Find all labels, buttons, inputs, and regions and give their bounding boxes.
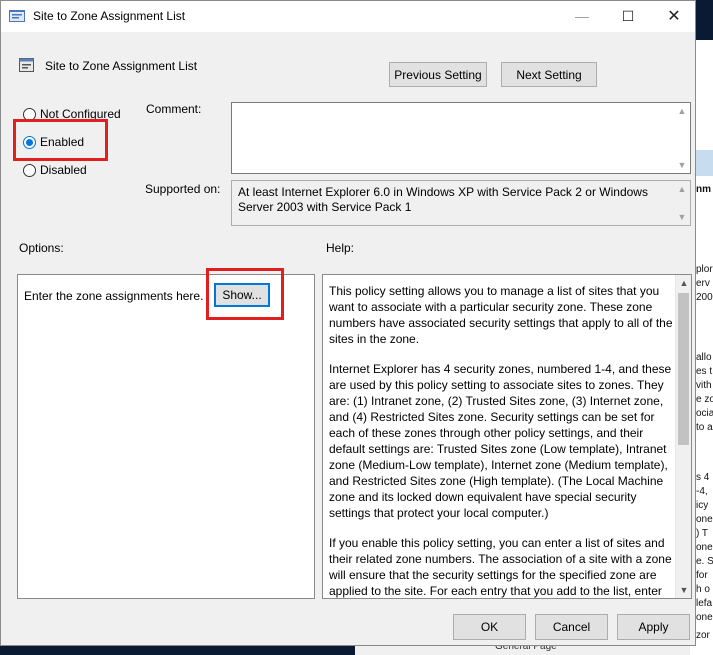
bg-text: zor: [696, 630, 710, 641]
bg-text: ) T: [696, 528, 709, 539]
help-paragraph: Internet Explorer has 4 security zones, …: [329, 362, 672, 520]
help-panel[interactable]: This policy setting allows you to manage…: [322, 274, 692, 599]
previous-setting-button[interactable]: Previous Setting: [389, 62, 487, 87]
bg-text: h o: [696, 584, 710, 595]
scroll-down-icon[interactable]: ▼: [676, 582, 691, 598]
supported-on-label: Supported on:: [145, 182, 221, 196]
bg-text: e. S: [696, 556, 713, 567]
bg-text: e zo: [696, 394, 713, 405]
comment-label: Comment:: [146, 102, 202, 116]
supported-on-field: At least Internet Explorer 6.0 in Window…: [231, 180, 691, 226]
scroll-down-icon[interactable]: ▼: [674, 209, 690, 225]
maximize-button[interactable]: ☐: [605, 1, 651, 32]
title-bar[interactable]: Site to Zone Assignment List — ☐ ✕: [1, 1, 695, 32]
policy-dialog: Site to Zone Assignment List — ☐ ✕ Site …: [0, 0, 696, 646]
scroll-up-icon[interactable]: ▲: [676, 275, 691, 291]
bg-text: allo: [696, 352, 712, 363]
bg-text: for: [696, 570, 708, 581]
comment-textarea[interactable]: ▲ ▼: [231, 102, 691, 174]
cancel-button[interactable]: Cancel: [535, 614, 608, 640]
bg-text: one: [696, 542, 713, 553]
bg-text: -4,: [696, 486, 708, 497]
radio-label: Disabled: [40, 163, 87, 177]
bg-text: one: [696, 514, 713, 525]
supported-scrollbar[interactable]: ▲ ▼: [674, 181, 690, 225]
radio-circle[interactable]: [23, 163, 36, 177]
scroll-down-icon[interactable]: ▼: [674, 157, 690, 173]
minimize-button[interactable]: —: [559, 1, 605, 32]
bg-text: icy: [696, 500, 709, 511]
bg-text: one: [696, 612, 713, 623]
zone-assignment-text: Enter the zone assignments here.: [24, 289, 204, 303]
policy-name: Site to Zone Assignment List: [45, 59, 198, 73]
next-setting-button[interactable]: Next Setting: [501, 62, 597, 87]
help-paragraph: This policy setting allows you to manage…: [329, 284, 673, 346]
options-label: Options:: [19, 241, 64, 255]
bg-text: plor: [696, 264, 713, 275]
apply-button[interactable]: Apply: [617, 614, 690, 640]
comment-scrollbar[interactable]: ▲ ▼: [674, 103, 690, 173]
bg-text: nm: [696, 184, 711, 195]
bg-text: to a: [696, 422, 713, 433]
show-highlight-box: [206, 268, 284, 320]
disabled-radio[interactable]: Disabled: [23, 163, 87, 177]
ok-button[interactable]: OK: [453, 614, 526, 640]
help-text: This policy setting allows you to manage…: [329, 283, 675, 598]
help-scrollbar[interactable]: ▲ ▼: [675, 275, 691, 598]
bg-text: lefa: [696, 598, 713, 609]
close-button[interactable]: ✕: [651, 1, 697, 32]
scroll-up-icon[interactable]: ▲: [674, 181, 690, 197]
policy-app-icon: [9, 10, 25, 22]
bg-text: ocia: [696, 408, 713, 419]
bg-text: s 4: [696, 472, 710, 483]
window-title: Site to Zone Assignment List: [33, 9, 186, 23]
bg-text: erv: [696, 278, 710, 289]
help-label: Help:: [326, 241, 355, 255]
supported-on-value: At least Internet Explorer 6.0 in Window…: [238, 185, 648, 214]
bg-text: 200: [696, 292, 713, 303]
bg-text: es t: [696, 366, 713, 377]
options-panel: Enter the zone assignments here. Show...: [17, 274, 315, 599]
scroll-up-icon[interactable]: ▲: [674, 103, 690, 119]
enabled-highlight-box: [13, 119, 108, 161]
scroll-thumb[interactable]: [678, 293, 689, 445]
policy-setting-icon: [19, 58, 34, 72]
bg-text: vith: [696, 380, 712, 391]
help-paragraph: If you enable this policy setting, you c…: [329, 536, 672, 598]
